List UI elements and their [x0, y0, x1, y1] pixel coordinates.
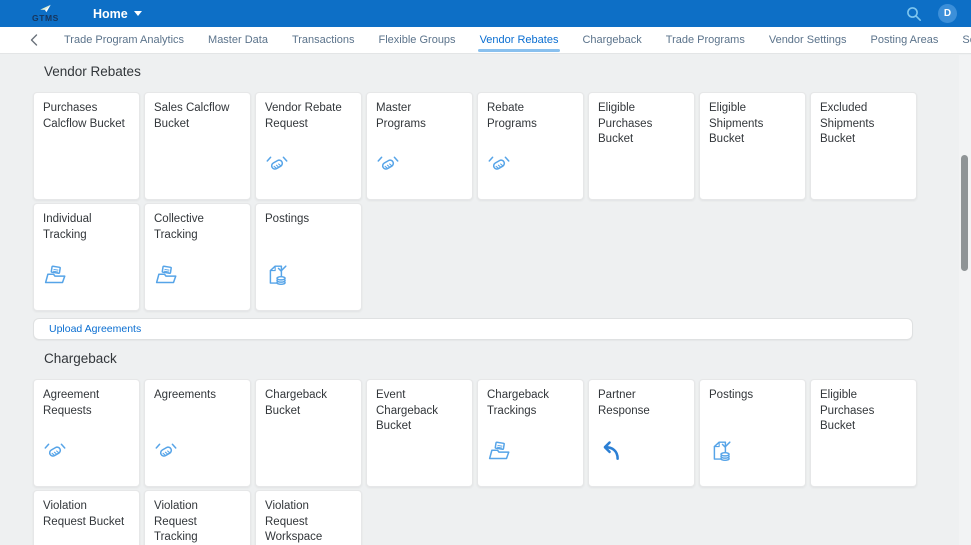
section-title-chargeback: Chargeback: [33, 352, 971, 366]
tile-event-chargeback-bucket[interactable]: Event Chargeback Bucket: [366, 379, 473, 487]
tracking-folder-icon: [43, 264, 67, 286]
postings-ledger-icon: [265, 264, 289, 286]
tab-master-data[interactable]: Master Data: [196, 27, 280, 54]
tile-eligible-purchases-bucket[interactable]: Eligible Purchases Bucket: [588, 92, 695, 200]
vendor-rebates-tile-grid: Purchases Calcflow Bucket Sales Calcflow…: [33, 92, 971, 311]
handshake-icon: [154, 440, 178, 462]
tab-vendor-settings[interactable]: Vendor Settings: [757, 27, 859, 54]
tab-transactions[interactable]: Transactions: [280, 27, 367, 54]
tile-partner-response[interactable]: Partner Response: [588, 379, 695, 487]
handshake-icon: [265, 153, 289, 175]
undo-arrow-icon: [598, 440, 622, 462]
tile-violation-request-workspace[interactable]: Violation Request Workspace: [255, 490, 362, 545]
postings-ledger-icon: [709, 440, 733, 462]
tile-title: Violation Request Tracking: [154, 499, 241, 545]
tile-title: Purchases Calcflow Bucket: [43, 101, 130, 132]
tile-title: Violation Request Bucket: [43, 499, 130, 530]
app-logo[interactable]: GTMS: [32, 4, 59, 23]
tab-chargeback[interactable]: Chargeback: [570, 27, 653, 54]
home-menu-button[interactable]: Home: [93, 7, 142, 21]
avatar[interactable]: D: [938, 4, 957, 23]
tile-eligible-shipments-bucket[interactable]: Eligible Shipments Bucket: [699, 92, 806, 200]
avatar-initial: D: [944, 8, 951, 19]
handshake-icon: [43, 440, 67, 462]
paper-plane-icon: [39, 4, 52, 13]
tab-setup[interactable]: Setup: [950, 27, 971, 54]
chevron-down-icon: [134, 11, 142, 16]
tile-master-programs[interactable]: Master Programs: [366, 92, 473, 200]
tile-postings-vendor-rebates[interactable]: Postings: [255, 203, 362, 311]
tile-eligible-purchases-bucket-chargeback[interactable]: Eligible Purchases Bucket: [810, 379, 917, 487]
tile-title: Eligible Purchases Bucket: [598, 101, 685, 148]
tile-chargeback-trackings[interactable]: Chargeback Trackings: [477, 379, 584, 487]
tile-agreements[interactable]: Agreements: [144, 379, 251, 487]
section-title-vendor-rebates: Vendor Rebates: [33, 65, 971, 79]
tile-title: Agreement Requests: [43, 388, 130, 419]
tile-sales-calcflow-bucket[interactable]: Sales Calcflow Bucket: [144, 92, 251, 200]
tile-purchases-calcflow-bucket[interactable]: Purchases Calcflow Bucket: [33, 92, 140, 200]
scrollbar-thumb[interactable]: [961, 155, 968, 271]
tile-violation-request-tracking[interactable]: Violation Request Tracking: [144, 490, 251, 545]
logo-text: GTMS: [32, 14, 59, 23]
tile-title: Eligible Shipments Bucket: [709, 101, 796, 148]
tab-trade-programs[interactable]: Trade Programs: [654, 27, 757, 54]
tab-trade-program-analytics[interactable]: Trade Program Analytics: [52, 27, 196, 54]
tile-title: Rebate Programs: [487, 101, 574, 132]
tile-title: Master Programs: [376, 101, 463, 132]
tab-vendor-rebates[interactable]: Vendor Rebates: [468, 27, 571, 54]
tile-title: Collective Tracking: [154, 212, 241, 243]
tile-title: Sales Calcflow Bucket: [154, 101, 241, 132]
tile-excluded-shipments-bucket[interactable]: Excluded Shipments Bucket: [810, 92, 917, 200]
chargeback-tile-grid: Agreement Requests Agreements Chargeback…: [33, 379, 971, 545]
tab-flexible-groups[interactable]: Flexible Groups: [367, 27, 468, 54]
tile-title: Vendor Rebate Request: [265, 101, 352, 132]
tile-agreement-requests[interactable]: Agreement Requests: [33, 379, 140, 487]
tile-title: Postings: [709, 388, 796, 404]
tile-violation-request-bucket[interactable]: Violation Request Bucket: [33, 490, 140, 545]
shell-title-label: Home: [93, 7, 128, 21]
tile-title: Postings: [265, 212, 352, 228]
tracking-folder-icon: [154, 264, 178, 286]
handshake-icon: [487, 153, 511, 175]
tile-chargeback-bucket[interactable]: Chargeback Bucket: [255, 379, 362, 487]
tile-title: Violation Request Workspace: [265, 499, 352, 545]
tile-title: Partner Response: [598, 388, 685, 419]
tile-rebate-programs[interactable]: Rebate Programs: [477, 92, 584, 200]
chevron-left-icon[interactable]: [30, 34, 38, 46]
tile-vendor-rebate-request[interactable]: Vendor Rebate Request: [255, 92, 362, 200]
tile-title: Chargeback Trackings: [487, 388, 574, 419]
tile-title: Excluded Shipments Bucket: [820, 101, 907, 148]
shell-bar: GTMS Home D: [0, 0, 971, 27]
upload-agreements-link[interactable]: Upload Agreements: [49, 323, 141, 335]
tile-individual-tracking[interactable]: Individual Tracking: [33, 203, 140, 311]
tracking-folder-icon: [487, 440, 511, 462]
tile-title: Event Chargeback Bucket: [376, 388, 463, 435]
tile-collective-tracking[interactable]: Collective Tracking: [144, 203, 251, 311]
launchpad-content: Vendor Rebates Purchases Calcflow Bucket…: [0, 55, 971, 545]
nav-items: Trade Program Analytics Master Data Tran…: [52, 27, 971, 54]
tab-posting-areas[interactable]: Posting Areas: [859, 27, 951, 54]
tile-postings-chargeback[interactable]: Postings: [699, 379, 806, 487]
nav-tab-bar: Trade Program Analytics Master Data Tran…: [0, 27, 971, 54]
scrollbar-track: [959, 55, 971, 545]
handshake-icon: [376, 153, 400, 175]
tile-title: Agreements: [154, 388, 241, 404]
tile-title: Chargeback Bucket: [265, 388, 352, 419]
upload-agreements-bar: Upload Agreements: [33, 318, 913, 340]
search-icon[interactable]: [906, 6, 922, 22]
tile-title: Eligible Purchases Bucket: [820, 388, 907, 435]
tile-title: Individual Tracking: [43, 212, 130, 243]
